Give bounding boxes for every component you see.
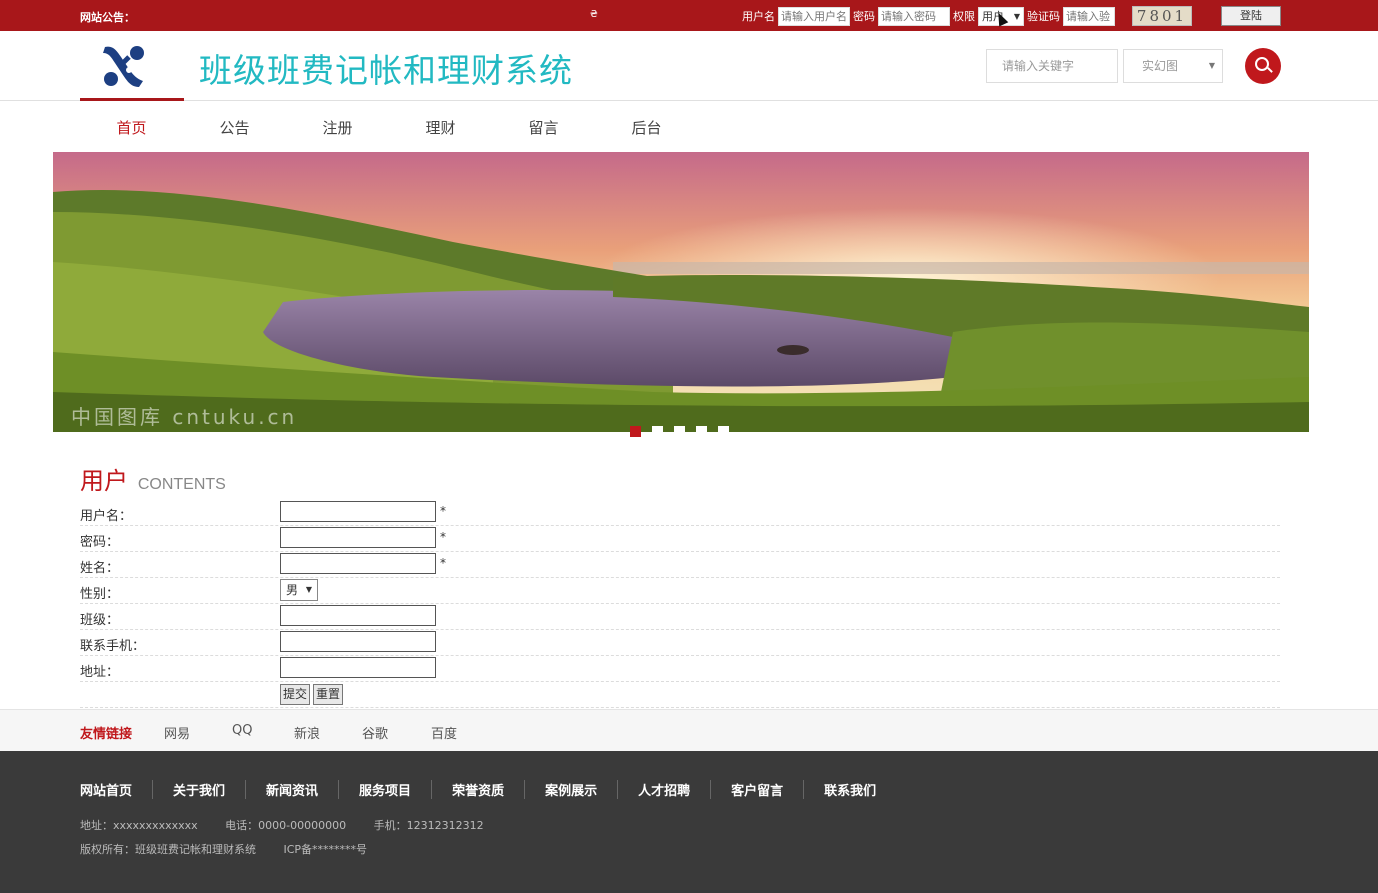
- footer-nav-item[interactable]: 关于我们: [173, 780, 247, 799]
- reset-button[interactable]: 重置: [313, 684, 344, 705]
- top-bar: 网站公告： ₴ 用户名 密码 权限 用户 ▼ 验证码 7801 登陆: [0, 0, 1378, 31]
- search-input[interactable]: 请输入关键字: [986, 49, 1118, 83]
- gender-select[interactable]: 男 ▼: [280, 579, 318, 601]
- footer-nav-item[interactable]: 案例展示: [545, 780, 619, 799]
- phone-field[interactable]: [280, 631, 436, 652]
- password-label: 密码: [853, 10, 875, 23]
- friend-link[interactable]: QQ: [232, 723, 252, 738]
- field-label: 姓名：: [80, 561, 120, 576]
- form-row-username: 用户名： *: [80, 500, 1280, 526]
- footer-icp: ICP备********号: [283, 843, 368, 856]
- username-label: 用户名: [742, 10, 775, 23]
- form-row-gender: 性别： 男 ▼: [80, 578, 1280, 604]
- section-title-en: CONTENTS: [137, 476, 226, 493]
- required-mark: *: [440, 504, 446, 518]
- notice-label: 网站公告：: [80, 11, 135, 24]
- friend-link[interactable]: 谷歌: [362, 723, 388, 742]
- footer-nav-item[interactable]: 荣誉资质: [452, 780, 526, 799]
- password-input[interactable]: [878, 6, 950, 26]
- friend-links: 友情链接 网易 QQ 新浪 谷歌 百度: [0, 709, 1378, 751]
- footer-nav-item[interactable]: 客户留言: [731, 780, 805, 799]
- nav-item-finance[interactable]: 理财: [389, 116, 492, 140]
- banner-slide[interactable]: 中国图库 cntuku.cn: [53, 152, 1309, 432]
- form-row-class: 班级：: [80, 604, 1280, 630]
- chevron-down-icon: ▼: [1013, 11, 1020, 21]
- field-label: 地址：: [80, 665, 120, 680]
- required-mark: *: [440, 530, 446, 544]
- footer-nav-item[interactable]: 网站首页: [80, 780, 154, 799]
- footer-address: 地址：xxxxxxxxxxxxx: [80, 819, 198, 832]
- captcha-label: 验证码: [1027, 10, 1060, 23]
- banner-watermark: 中国图库 cntuku.cn: [71, 405, 298, 429]
- footer-mobile: 手机：12312312312: [373, 819, 484, 832]
- slide-dot[interactable]: [674, 426, 685, 437]
- notice-marquee: ₴: [590, 9, 598, 20]
- site-header: 班级班费记帐和理财系统 请输入关键字 实幻图 ▼: [0, 31, 1378, 101]
- search-category-select[interactable]: 实幻图 ▼: [1123, 49, 1223, 83]
- address-field[interactable]: [280, 657, 436, 678]
- captcha-input[interactable]: [1063, 6, 1115, 26]
- friend-links-title: 友情链接: [80, 727, 133, 742]
- site-footer: 网站首页 关于我们 新闻资讯 服务项目 荣誉资质 案例展示 人才招聘 客户留言 …: [0, 751, 1378, 893]
- search-category-value: 实幻图: [1142, 59, 1179, 73]
- nav-item-notice[interactable]: 公告: [183, 116, 286, 140]
- class-field[interactable]: [280, 605, 436, 626]
- login-form: 用户名 密码 权限 用户 ▼ 验证码 7801: [742, 6, 1192, 26]
- captcha-image[interactable]: 7801: [1132, 6, 1192, 26]
- submit-button[interactable]: 提交: [280, 684, 311, 705]
- form-row-phone: 联系手机：: [80, 630, 1280, 656]
- slide-dot[interactable]: [718, 426, 729, 437]
- logo-underline: [80, 98, 184, 101]
- footer-nav-item[interactable]: 新闻资讯: [266, 780, 340, 799]
- footer-contact: 地址：xxxxxxxxxxxxx 电话：0000-00000000 手机：123…: [80, 817, 508, 833]
- field-label: 联系手机：: [80, 639, 146, 654]
- login-button[interactable]: 登陆: [1221, 6, 1281, 26]
- banner-landscape-image: [53, 152, 1309, 432]
- username-input[interactable]: [778, 6, 850, 26]
- section-title-zh: 用户: [80, 467, 128, 495]
- site-logo[interactable]: [99, 43, 147, 89]
- nav-item-home[interactable]: 首页: [80, 116, 183, 140]
- footer-copyright-text: 版权所有：班级班费记帐和理财系统: [80, 843, 256, 856]
- footer-phone: 电话：0000-00000000: [225, 819, 347, 832]
- field-label: 用户名：: [80, 509, 133, 524]
- friend-link[interactable]: 网易: [164, 723, 190, 742]
- form-row-actions: [80, 682, 1280, 708]
- search-button[interactable]: [1245, 48, 1281, 84]
- slide-dot[interactable]: [630, 426, 641, 437]
- required-mark: *: [440, 556, 446, 570]
- footer-copyright: 版权所有：班级班费记帐和理财系统 ICP备********号: [80, 841, 391, 857]
- slide-dot[interactable]: [652, 426, 663, 437]
- form-row-password: 密码： *: [80, 526, 1280, 552]
- nav-item-message[interactable]: 留言: [492, 116, 595, 140]
- section-title: 用户 CONTENTS: [80, 461, 226, 496]
- friend-link[interactable]: 新浪: [294, 723, 320, 742]
- username-field[interactable]: [280, 501, 436, 522]
- nav-item-admin[interactable]: 后台: [595, 116, 698, 140]
- gender-select-value: 男: [286, 583, 299, 597]
- form-actions: 提交 重置: [280, 684, 346, 705]
- footer-nav-item[interactable]: 服务项目: [359, 780, 433, 799]
- field-label: 性别：: [80, 587, 120, 602]
- form-row-name: 姓名： *: [80, 552, 1280, 578]
- main-nav: 首页 公告 注册 理财 留言 后台: [80, 116, 698, 140]
- name-field[interactable]: [280, 553, 436, 574]
- banner-pagination: [630, 426, 740, 437]
- footer-nav-item[interactable]: 人才招聘: [638, 780, 712, 799]
- field-label: 密码：: [80, 535, 120, 550]
- chevron-down-icon: ▼: [1208, 61, 1215, 70]
- slide-dot[interactable]: [696, 426, 707, 437]
- site-title: 班级班费记帐和理财系统: [199, 51, 573, 90]
- friend-link[interactable]: 百度: [431, 723, 457, 742]
- chevron-down-icon: ▼: [305, 585, 312, 594]
- role-label: 权限: [953, 10, 975, 23]
- field-label: 班级：: [80, 613, 120, 628]
- nav-item-register[interactable]: 注册: [286, 116, 389, 140]
- footer-nav: 网站首页 关于我们 新闻资讯 服务项目 荣誉资质 案例展示 人才招聘 客户留言 …: [80, 780, 916, 799]
- footer-nav-item[interactable]: 联系我们: [824, 780, 896, 799]
- password-field[interactable]: [280, 527, 436, 548]
- form-row-address: 地址：: [80, 656, 1280, 682]
